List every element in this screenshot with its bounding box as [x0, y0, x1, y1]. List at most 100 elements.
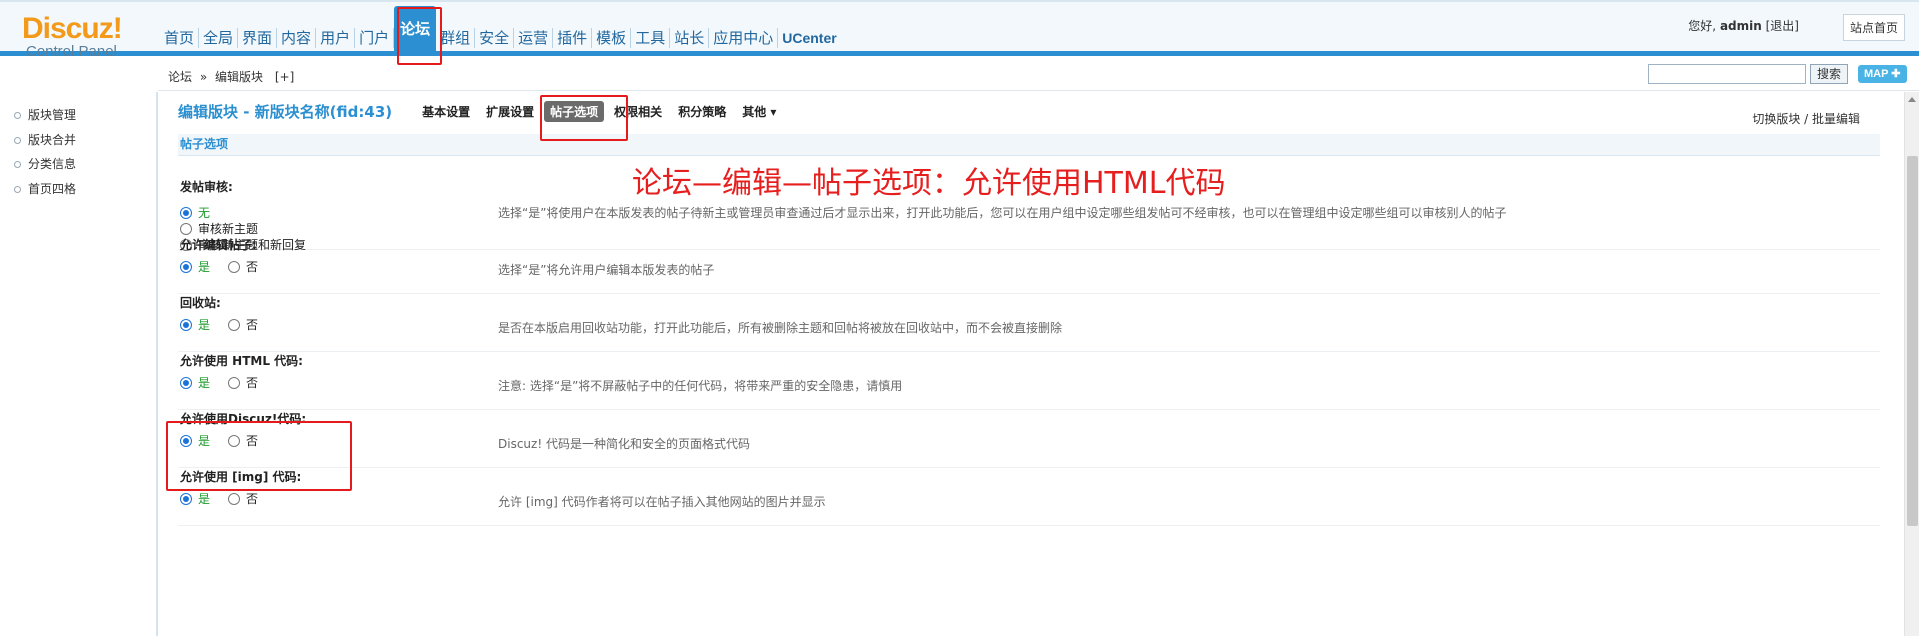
radio-no[interactable]: [228, 492, 241, 505]
page-title-row: 编辑版块 - 新版块名称(fid:43) 基本设置 扩展设置 帖子选项 权限相关…: [178, 100, 786, 122]
scrollbar-thumb[interactable]: [1907, 156, 1918, 526]
logo-sub-text: Control Panel: [26, 43, 117, 60]
radio-icon[interactable]: [180, 206, 192, 219]
radio-no-label: 否: [246, 260, 259, 274]
search-input[interactable]: [1648, 64, 1806, 84]
radio-option-none[interactable]: 无: [180, 204, 210, 221]
breadcrumb-add-link[interactable]: [+]: [275, 70, 294, 84]
main-content: 编辑版块 - 新版块名称(fid:43) 基本设置 扩展设置 帖子选项 权限相关…: [160, 92, 1904, 636]
sidebar: 版块管理 版块合并 分类信息 首页四格: [0, 92, 158, 636]
radio-group: 是 否: [180, 258, 258, 275]
tab-credit-policy[interactable]: 积分策略: [672, 101, 732, 122]
setting-description: Discuz! 代码是一种简化和安全的页面格式代码: [498, 437, 750, 451]
vertical-scrollbar[interactable]: [1904, 92, 1919, 636]
nav-global[interactable]: 全局: [199, 28, 239, 48]
sidebar-item-forum-merge[interactable]: 版块合并: [0, 128, 156, 153]
radio-no-label: 否: [246, 318, 259, 332]
radio-option-new-threads[interactable]: 审核新主题: [180, 220, 258, 237]
sidebar-item-label: 版块管理: [28, 108, 77, 122]
sidebar-item-forum-manage[interactable]: 版块管理: [0, 103, 156, 128]
setting-description: 选择“是”将使用户在本版发表的帖子待新主或管理员审查通过后才显示出来，打开此功能…: [498, 206, 1507, 220]
sidebar-item-home-grid[interactable]: 首页四格: [0, 177, 156, 202]
radio-group: 是 否: [180, 374, 258, 391]
sidebar-item-label: 首页四格: [28, 181, 77, 196]
search-button[interactable]: 搜索: [1810, 64, 1849, 84]
nav-users[interactable]: 用户: [316, 28, 356, 48]
radio-group: 是 否: [180, 316, 258, 333]
radio-label: 无: [198, 206, 211, 220]
radio-yes[interactable]: [180, 492, 192, 505]
setting-description: 选择“是”将允许用户编辑本版发表的帖子: [498, 263, 715, 277]
admin-header: Discuz! Control Panel 首页 全局 界面 内容 用户 门户 …: [0, 0, 1919, 60]
greeting-text: 您好,: [1688, 19, 1717, 33]
breadcrumb-separator: »: [199, 70, 208, 84]
nav-ucenter[interactable]: UCenter: [778, 28, 840, 48]
setting-allow-discuz-code: 允许使用Discuz!代码: 是 否 Discuz! 代码是一种简化和安全的页面…: [178, 410, 1880, 468]
tab-basic-settings[interactable]: 基本设置: [416, 101, 476, 122]
radio-icon[interactable]: [180, 222, 192, 235]
breadcrumb: 论坛 » 编辑版块 [+]: [168, 68, 298, 85]
highlight-box-post-options-tab: [540, 95, 628, 141]
highlight-box-html-setting: [166, 421, 352, 491]
tab-extended-settings[interactable]: 扩展设置: [480, 101, 540, 122]
scroll-up-icon[interactable]: [1908, 97, 1916, 102]
highlight-box-forum-nav: [397, 7, 442, 65]
nav-templates[interactable]: 模板: [592, 28, 632, 48]
breadcrumb-root[interactable]: 论坛: [168, 70, 192, 84]
section-title: 帖子选项: [180, 137, 229, 151]
radio-no[interactable]: [228, 260, 241, 273]
radio-yes-label: 是: [198, 260, 211, 274]
logo-main-text: Discuz!: [22, 12, 123, 45]
site-home-button[interactable]: 站点首页: [1842, 14, 1905, 41]
nav-plugins[interactable]: 插件: [553, 28, 593, 48]
radio-yes[interactable]: [180, 260, 192, 273]
discuz-logo[interactable]: Discuz! Control Panel: [22, 12, 132, 60]
sidebar-item-label: 分类信息: [28, 157, 77, 171]
radio-label: 审核新主题: [198, 222, 259, 236]
setting-description: 是否在本版启用回收站功能，打开此功能后，所有被删除主题和回帖将被放在回收站中，而…: [498, 321, 1063, 335]
nav-content[interactable]: 内容: [277, 28, 317, 48]
setting-label: 回收站:: [180, 296, 221, 310]
radio-no[interactable]: [228, 376, 241, 389]
bullet-icon: [14, 161, 21, 168]
setting-recycle-bin: 回收站: 是 否 是否在本版启用回收站功能，打开此功能后，所有被删除主题和回帖将…: [178, 294, 1880, 352]
map-button[interactable]: MAP ✚: [1858, 65, 1907, 83]
page-title: 编辑版块 - 新版块名称(fid:43): [178, 102, 393, 121]
setting-description: 允许 [img] 代码作者将可以在帖子插入其他网站的图片并显示: [498, 495, 826, 509]
radio-yes-label: 是: [198, 376, 211, 390]
radio-no-label: 否: [246, 376, 259, 390]
radio-yes-label: 是: [198, 318, 211, 332]
setting-label: 允许使用 HTML 代码:: [180, 354, 303, 368]
setting-label: 允许编辑帖子:: [180, 238, 257, 252]
logout-link[interactable]: [退出]: [1766, 19, 1799, 33]
radio-no[interactable]: [228, 318, 241, 331]
bullet-icon: [14, 112, 21, 119]
radio-yes-label: 是: [198, 492, 211, 506]
bullet-icon: [14, 136, 21, 144]
bullet-icon: [14, 185, 21, 193]
breadcrumb-current: 编辑版块: [215, 70, 264, 84]
radio-group: 是 否: [180, 490, 258, 507]
nav-operations[interactable]: 运营: [514, 28, 554, 48]
sidebar-item-label: 版块合并: [28, 132, 77, 147]
breadcrumb-bar: 论坛 » 编辑版块 [+] 搜索 MAP ✚: [158, 61, 1919, 91]
radio-yes[interactable]: [180, 376, 192, 389]
setting-allow-img-code: 允许使用 [img] 代码: 是 否 允许 [img] 代码作者将可以在帖子插入…: [178, 468, 1880, 526]
switch-batch-links[interactable]: 切换版块 / 批量编辑: [1752, 110, 1860, 127]
radio-yes[interactable]: [180, 318, 192, 331]
setting-allow-html: 允许使用 HTML 代码: 是 否 注意: 选择“是”将不屏蔽帖子中的任何代码，…: [178, 352, 1880, 410]
nav-app-center[interactable]: 应用中心: [709, 28, 779, 48]
username: admin: [1719, 19, 1762, 33]
nav-webmaster[interactable]: 站长: [670, 28, 710, 48]
setting-description: 注意: 选择“是”将不屏蔽帖子中的任何代码，将带来严重的安全隐患，请慎用: [498, 379, 903, 393]
nav-home[interactable]: 首页: [160, 28, 200, 48]
nav-security[interactable]: 安全: [475, 28, 515, 48]
top-navigation: 首页 全局 界面 内容 用户 门户 论坛 群组 安全 运营 插件 模板 工具 站…: [160, 6, 841, 52]
tab-other[interactable]: 其他 ▾: [736, 101, 782, 122]
user-bar: 您好, admin [退出]: [1688, 17, 1799, 34]
nav-tools[interactable]: 工具: [631, 28, 671, 48]
sidebar-item-category-info[interactable]: 分类信息: [0, 152, 156, 177]
section-header: 帖子选项: [178, 134, 1880, 156]
nav-interface[interactable]: 界面: [238, 28, 278, 48]
nav-portal[interactable]: 门户: [355, 28, 395, 48]
